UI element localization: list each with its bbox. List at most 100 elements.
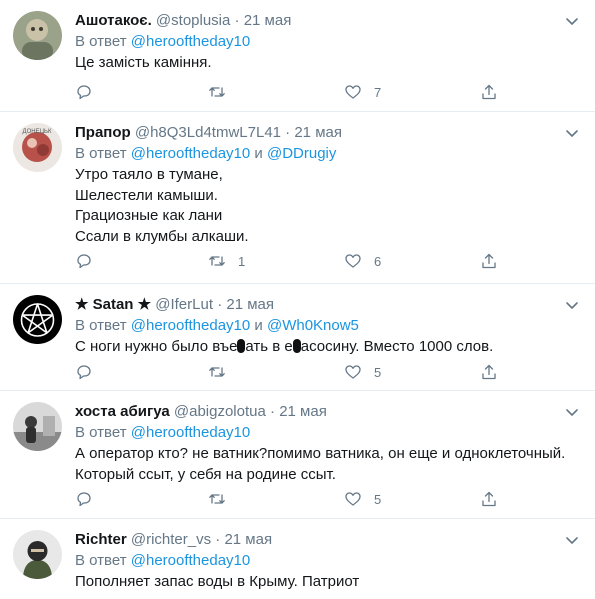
tweet-5[interactable]: Richter @richter_vs · 21 мая В ответ @he… bbox=[0, 519, 595, 599]
tweet-text-line: Це замість каміння. bbox=[75, 54, 212, 71]
tweet-actions: 5 bbox=[75, 488, 505, 510]
avatar-image bbox=[13, 11, 62, 60]
display-name[interactable]: Ашотакоє. bbox=[75, 12, 152, 29]
tweet-text-line: Грациозные как лани bbox=[75, 207, 223, 224]
reply-prefix: В ответ bbox=[75, 145, 127, 162]
like-button[interactable]: 5 bbox=[344, 361, 381, 383]
reply-icon bbox=[77, 85, 91, 100]
tweet-text: Утро таяло в тумане, Шелестели камыши. Г… bbox=[75, 165, 583, 247]
mention-link[interactable]: @herooftheday10 bbox=[131, 33, 250, 50]
reply-prefix: В ответ bbox=[75, 33, 127, 50]
like-count: 6 bbox=[374, 253, 382, 269]
tweet-actions: 1 6 bbox=[75, 250, 505, 272]
retweet-icon bbox=[209, 367, 225, 377]
mention-link[interactable]: @Wh0Know5 bbox=[267, 317, 359, 334]
tweet-date[interactable]: 21 мая bbox=[244, 12, 292, 29]
mention-link[interactable]: @herooftheday10 bbox=[131, 145, 250, 162]
mention-link[interactable]: @herooftheday10 bbox=[131, 552, 250, 569]
tweet-date[interactable]: 21 мая bbox=[224, 531, 272, 548]
separator-dot: · bbox=[234, 12, 240, 29]
reply-context: В ответ @herooftheday10 и @Wh0Know5 bbox=[75, 316, 583, 336]
chevron-down-icon[interactable] bbox=[563, 12, 581, 30]
tweet-text-line: Который ссыт, у себя на родине ссыт. bbox=[75, 465, 336, 483]
separator-dot: · bbox=[215, 531, 221, 548]
like-count: 5 bbox=[374, 364, 382, 380]
display-name[interactable]: Прапор bbox=[75, 124, 131, 141]
tweet-text: С ноги нужно было въе ать в е асосину. Вме… bbox=[75, 337, 583, 358]
like-button[interactable]: 7 bbox=[344, 81, 381, 103]
avatar[interactable] bbox=[13, 295, 62, 344]
tweet-3[interactable]: ★ Satan ★ @IferLut · 21 мая В ответ @her… bbox=[0, 284, 595, 391]
tweet-1[interactable]: Ашотакоє. @stoplusia · 21 мая В ответ @h… bbox=[0, 0, 595, 112]
avatar[interactable]: ДОНЕЦЬК bbox=[13, 123, 62, 172]
mention-link[interactable]: @DDrugiy bbox=[267, 145, 336, 162]
user-handle[interactable]: @IferLut bbox=[155, 296, 213, 313]
tweet-text-line: Утро таяло в тумане, bbox=[75, 166, 223, 183]
tweet-text-line: С ноги нужно было въе ать в е асосину. Вме… bbox=[75, 337, 583, 358]
share-button[interactable] bbox=[480, 361, 498, 383]
censor-blot bbox=[292, 339, 301, 353]
chevron-down-icon[interactable] bbox=[563, 531, 581, 549]
reply-button[interactable] bbox=[75, 488, 93, 510]
avatar[interactable] bbox=[13, 11, 62, 60]
avatar-image bbox=[13, 530, 62, 579]
tweet-actions: 7 bbox=[75, 81, 505, 103]
chevron-down-icon[interactable] bbox=[563, 403, 581, 421]
text-fragment: асосину. Вместо 1000 слов. bbox=[300, 338, 494, 355]
tweet-date[interactable]: 21 мая bbox=[226, 296, 274, 313]
tweet-date[interactable]: 21 мая bbox=[279, 403, 327, 420]
reply-context: В ответ @herooftheday10 bbox=[75, 551, 583, 571]
retweet-icon bbox=[209, 256, 225, 266]
user-handle[interactable]: @richter_vs bbox=[131, 531, 211, 548]
tweet-text: Пополняет запас воды в Крыму. Патриот bbox=[75, 572, 583, 593]
heart-icon bbox=[345, 492, 361, 506]
reply-button[interactable] bbox=[75, 81, 93, 103]
reply-joiner: и bbox=[254, 145, 263, 162]
display-name[interactable]: Richter bbox=[75, 531, 127, 548]
text-fragment: С ноги нужно было въе bbox=[75, 338, 238, 355]
retweet-button[interactable] bbox=[208, 81, 226, 103]
reply-prefix: В ответ bbox=[75, 317, 127, 334]
like-count: 7 bbox=[374, 84, 382, 100]
reply-icon bbox=[77, 254, 91, 269]
retweet-button[interactable] bbox=[208, 488, 226, 510]
mention-link[interactable]: @herooftheday10 bbox=[131, 317, 250, 334]
svg-text:ДОНЕЦЬК: ДОНЕЦЬК bbox=[23, 129, 52, 135]
reply-context: В ответ @herooftheday10 и @DDrugiy bbox=[75, 144, 583, 164]
display-name[interactable]: хоста абигуа bbox=[75, 403, 170, 420]
share-button[interactable] bbox=[480, 488, 498, 510]
like-button[interactable]: 5 bbox=[344, 488, 381, 510]
chevron-down-icon[interactable] bbox=[563, 296, 581, 314]
reply-button[interactable] bbox=[75, 250, 93, 272]
share-icon bbox=[482, 364, 496, 380]
avatar-image bbox=[13, 402, 62, 451]
heart-icon bbox=[345, 254, 361, 268]
tweet-text-line: Шелестели камыши. bbox=[75, 186, 218, 204]
user-handle[interactable]: @h8Q3Ld4tmwL7L41 bbox=[135, 124, 281, 141]
share-button[interactable] bbox=[480, 250, 498, 272]
chevron-down-icon[interactable] bbox=[563, 124, 581, 142]
display-name[interactable]: ★ Satan ★ bbox=[75, 296, 151, 313]
tweet-date[interactable]: 21 мая bbox=[294, 124, 342, 141]
retweet-button[interactable] bbox=[208, 361, 226, 383]
share-button[interactable] bbox=[480, 81, 498, 103]
like-button[interactable]: 6 bbox=[344, 250, 381, 272]
avatar[interactable] bbox=[13, 402, 62, 451]
tweet-4[interactable]: хоста абигуа @abigzolotua · 21 мая В отв… bbox=[0, 391, 595, 519]
avatar-image bbox=[13, 295, 62, 344]
mention-link[interactable]: @herooftheday10 bbox=[131, 424, 250, 441]
separator-dot: · bbox=[285, 124, 291, 141]
retweet-button[interactable]: 1 bbox=[208, 250, 245, 272]
tweet-2[interactable]: ДОНЕЦЬК Прапор @h8Q3Ld4tmwL7L41 · 21 мая… bbox=[0, 112, 595, 284]
user-handle[interactable]: @stoplusia bbox=[156, 12, 230, 29]
retweet-icon bbox=[209, 494, 225, 504]
share-icon bbox=[482, 253, 496, 269]
avatar-image: ДОНЕЦЬК bbox=[13, 123, 62, 172]
reply-prefix: В ответ bbox=[75, 552, 127, 569]
reply-button[interactable] bbox=[75, 361, 93, 383]
reply-context: В ответ @herooftheday10 bbox=[75, 32, 583, 52]
avatar[interactable] bbox=[13, 530, 62, 579]
heart-icon bbox=[345, 365, 361, 379]
reply-context: В ответ @herooftheday10 bbox=[75, 423, 583, 443]
user-handle[interactable]: @abigzolotua bbox=[174, 403, 266, 420]
